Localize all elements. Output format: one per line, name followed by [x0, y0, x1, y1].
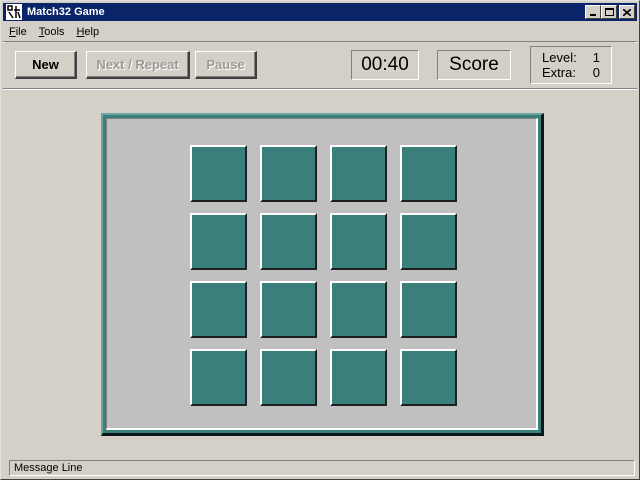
pause-button[interactable]: Pause [195, 51, 257, 79]
next-repeat-button[interactable]: Next / Repeat [86, 51, 190, 79]
minimize-button[interactable] [585, 5, 601, 19]
menu-tools-label: ools [44, 25, 65, 38]
close-button[interactable] [619, 5, 635, 19]
maximize-icon [604, 8, 614, 16]
card-tile-3-2[interactable] [330, 349, 387, 406]
menu-file-label: ile [15, 25, 27, 38]
level-extra-panel: Level: 1 Extra: 0 [530, 46, 612, 84]
level-value: 1 [592, 50, 600, 65]
card-tile-0-0[interactable] [190, 145, 247, 202]
game-board [106, 118, 538, 430]
toolbar-separator [3, 88, 637, 90]
card-tile-0-3[interactable] [400, 145, 457, 202]
close-icon [623, 8, 631, 16]
card-tile-1-2[interactable] [330, 213, 387, 270]
card-tile-2-1[interactable] [260, 281, 317, 338]
maximize-button[interactable] [601, 5, 617, 19]
card-tile-3-0[interactable] [190, 349, 247, 406]
title-bar[interactable]: Match32 Game [3, 3, 637, 21]
card-tile-3-1[interactable] [260, 349, 317, 406]
card-tile-0-1[interactable] [260, 145, 317, 202]
extra-value: 0 [592, 65, 600, 80]
menu-file[interactable]: File [3, 26, 33, 38]
minimize-icon [590, 14, 596, 16]
level-label: Level: [542, 50, 577, 65]
card-tile-0-2[interactable] [330, 145, 387, 202]
extra-label: Extra: [542, 65, 576, 80]
app-window: Match32 Game File Tools Help New Next / … [0, 0, 640, 480]
card-tile-1-0[interactable] [190, 213, 247, 270]
menu-help-label: elp [84, 25, 100, 38]
level-row: Level: 1 [542, 50, 600, 65]
menu-file-mnemonic: F [9, 25, 16, 38]
status-bar: Message Line [9, 460, 635, 476]
card-tile-1-1[interactable] [260, 213, 317, 270]
menu-help[interactable]: Help [70, 26, 105, 38]
card-tile-2-0[interactable] [190, 281, 247, 338]
extra-row: Extra: 0 [542, 65, 600, 80]
card-tile-2-3[interactable] [400, 281, 457, 338]
card-tile-3-3[interactable] [400, 349, 457, 406]
toolbar: New Next / Repeat Pause 00:40 Score Leve… [5, 42, 635, 88]
menu-bar: File Tools Help [3, 22, 637, 41]
window-title: Match32 Game [27, 6, 105, 18]
score-display: Score [437, 50, 511, 80]
new-button[interactable]: New [15, 51, 77, 79]
game-board-frame [101, 113, 544, 436]
card-tile-1-3[interactable] [400, 213, 457, 270]
menu-tools[interactable]: Tools [33, 26, 71, 38]
app-icon[interactable] [6, 4, 22, 20]
timer-display: 00:40 [351, 50, 419, 80]
card-tile-2-2[interactable] [330, 281, 387, 338]
